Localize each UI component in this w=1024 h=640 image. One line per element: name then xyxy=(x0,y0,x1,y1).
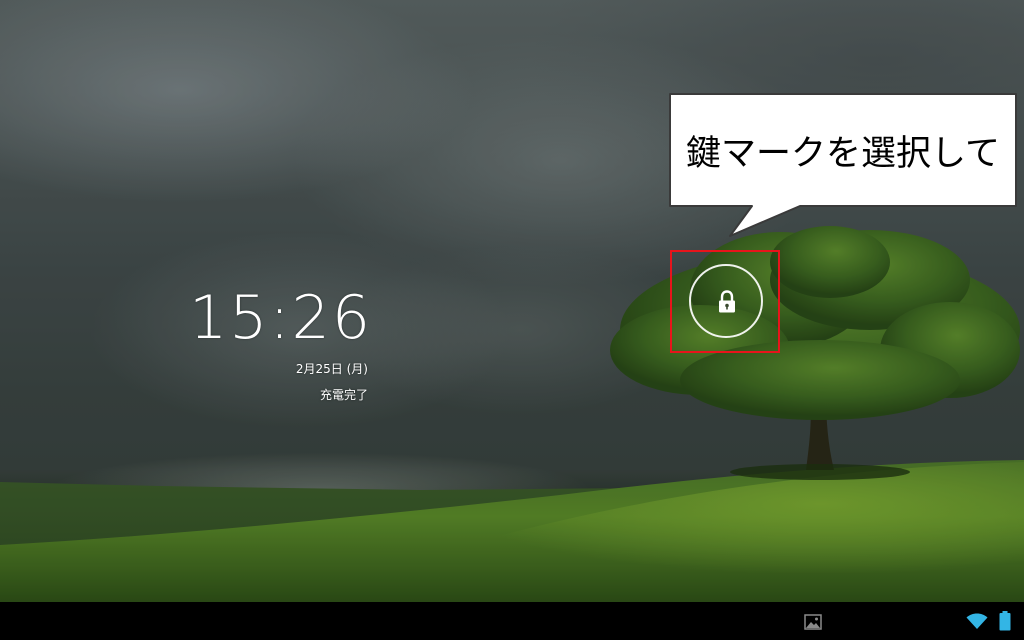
charging-status: 充電完了 xyxy=(319,388,368,402)
callout-text: 鍵マークを選択して xyxy=(686,134,1000,174)
wifi-icon xyxy=(966,613,988,629)
battery-icon xyxy=(999,611,1011,631)
lockscreen-clock: 15:26 xyxy=(189,283,372,353)
gallery-icon[interactable] xyxy=(804,614,822,630)
unlock-ring[interactable] xyxy=(689,264,763,338)
lock-icon[interactable] xyxy=(716,290,738,314)
system-bar xyxy=(0,602,1024,640)
lock-screen: 15:26 2月25日 (月) 充電完了 鍵マークを選択して xyxy=(0,0,1024,640)
lockscreen-date: 2月25日 (月) xyxy=(295,362,368,376)
